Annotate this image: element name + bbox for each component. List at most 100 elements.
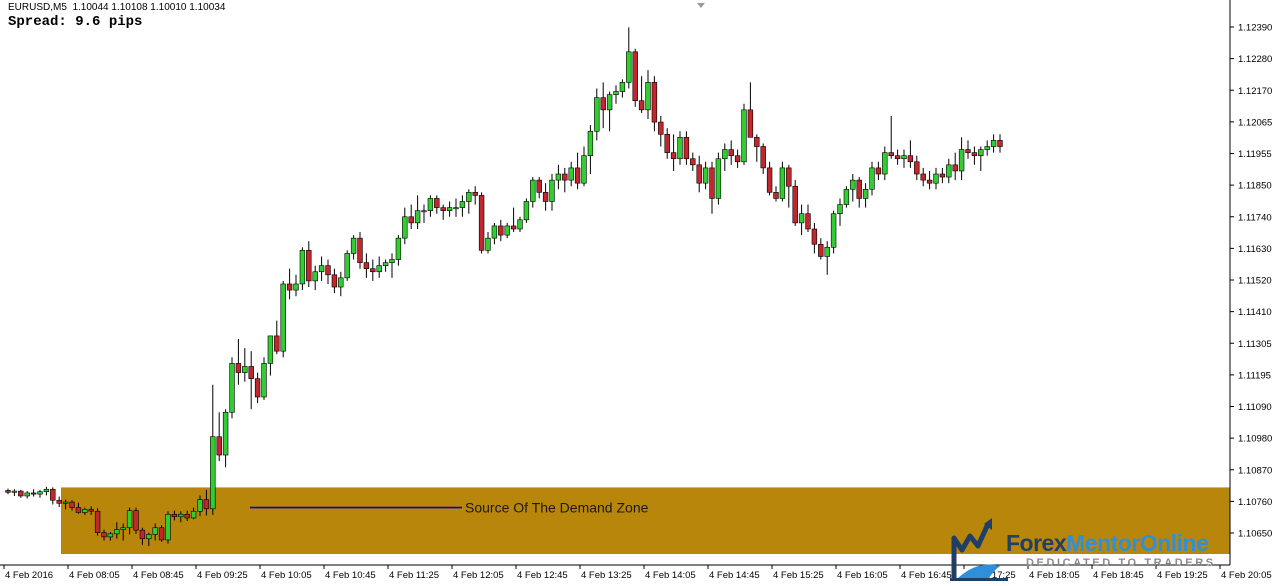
candle-body-bull xyxy=(613,91,619,95)
candle xyxy=(50,487,56,505)
candle-body-bull xyxy=(421,210,427,213)
candle-body-bull xyxy=(312,271,318,282)
candle xyxy=(344,250,350,281)
candle xyxy=(741,103,747,165)
candle-body-bull xyxy=(267,335,274,364)
candle xyxy=(549,174,555,211)
candle xyxy=(882,146,888,181)
candle-body-bear xyxy=(562,173,568,181)
price-tick-label: 1.10760 xyxy=(1238,497,1272,508)
time-tick-label: 4 Feb 08:05 xyxy=(69,570,120,581)
candle-body-bull xyxy=(261,363,267,398)
candle xyxy=(382,259,389,272)
candle xyxy=(421,204,427,223)
candle xyxy=(408,204,414,229)
candle-body-bear xyxy=(434,198,440,208)
candle-body-bear xyxy=(734,155,741,163)
chart-window[interactable]: Source Of The Demand Zone 1.12390 1.12280… xyxy=(0,0,1276,586)
candle xyxy=(907,140,914,168)
price-tick-label: 1.11630 xyxy=(1238,244,1272,255)
candle-body-bull xyxy=(715,158,722,199)
candle-body-bear xyxy=(325,265,331,276)
candle-body-bull xyxy=(466,192,472,202)
time-tick-label: 4 Feb 13:25 xyxy=(581,570,632,581)
candle-body-bull xyxy=(82,509,88,513)
candle xyxy=(587,125,594,175)
candle xyxy=(37,489,43,498)
candle-body-bear xyxy=(939,173,946,178)
candlestick-chart[interactable]: Source Of The Demand Zone 1.12390 1.12280… xyxy=(0,0,1276,586)
watermark-brand-part1: Forex xyxy=(1006,530,1067,556)
candle xyxy=(530,177,536,208)
candle xyxy=(274,320,280,355)
candle-body-bull xyxy=(517,219,523,230)
candle xyxy=(978,146,984,171)
candle-body-bear xyxy=(286,283,293,291)
candle xyxy=(312,265,318,291)
candle xyxy=(632,48,638,107)
candle-body-bull xyxy=(958,149,965,172)
candle-body-bull xyxy=(485,237,491,251)
candle-body-bull xyxy=(901,155,907,160)
candle xyxy=(299,247,306,291)
candle xyxy=(805,204,811,233)
candle xyxy=(427,195,434,217)
candle xyxy=(581,146,587,187)
candle-body-bull xyxy=(178,513,184,518)
candle-body-bear xyxy=(786,167,792,187)
price-tick-label: 1.11090 xyxy=(1238,402,1272,413)
candle-body-bear xyxy=(600,97,606,111)
candle xyxy=(760,143,766,175)
candle xyxy=(363,253,370,278)
candle-body-bull xyxy=(242,366,248,373)
time-tick-label: 4 Feb 16:45 xyxy=(901,570,952,581)
candle-body-bear xyxy=(30,492,37,495)
price-tick-label: 1.12390 xyxy=(1238,23,1272,34)
candle-body-bear xyxy=(158,527,165,541)
candle-body-bull xyxy=(491,225,498,239)
candle-body-bull xyxy=(107,533,114,538)
candle-body-bull xyxy=(626,51,632,83)
candle-body-bull xyxy=(344,253,350,279)
candle-body-bear xyxy=(139,529,146,540)
candle xyxy=(459,195,466,217)
candle-body-bull xyxy=(453,207,459,210)
candle xyxy=(395,235,402,266)
candle xyxy=(747,82,754,138)
watermark-brand: ForexMentorOnline xyxy=(1006,530,1209,557)
candle-body-bull xyxy=(741,109,747,163)
candle-body-bull xyxy=(146,534,152,540)
price-tick-label: 1.11195 xyxy=(1238,370,1271,381)
candle-body-bull xyxy=(376,265,382,273)
candle xyxy=(56,496,62,507)
candle-body-bull xyxy=(798,213,805,224)
candle-body-bull xyxy=(843,188,850,205)
candle-body-bear xyxy=(920,173,926,181)
candle xyxy=(971,146,978,165)
candle-body-bear xyxy=(632,51,638,101)
candle xyxy=(696,155,702,193)
candle xyxy=(434,195,440,214)
candle-body-bear xyxy=(133,510,139,531)
price-tick-label: 1.11305 xyxy=(1238,339,1272,350)
candle-body-bear xyxy=(18,490,24,497)
candle-body-bear xyxy=(75,507,82,513)
candle-body-bear xyxy=(670,152,677,160)
candle xyxy=(165,511,171,544)
candle xyxy=(709,161,715,214)
candle-body-bull xyxy=(837,204,843,215)
candle-body-bull xyxy=(152,527,158,535)
candle-body-bull xyxy=(402,216,408,239)
candle xyxy=(952,152,958,181)
candle xyxy=(325,259,331,284)
candle xyxy=(523,198,530,223)
watermark-logo: ForexMentorOnline DEDICATED TO TRADERS xyxy=(948,516,1274,582)
candle xyxy=(862,183,869,208)
candle xyxy=(389,253,395,278)
candle xyxy=(30,489,37,497)
candle-body-bull xyxy=(389,259,395,263)
candle-body-bear xyxy=(440,207,446,211)
candle xyxy=(946,158,952,184)
candle-body-bear xyxy=(658,121,664,135)
candle-body-bull xyxy=(37,491,43,495)
